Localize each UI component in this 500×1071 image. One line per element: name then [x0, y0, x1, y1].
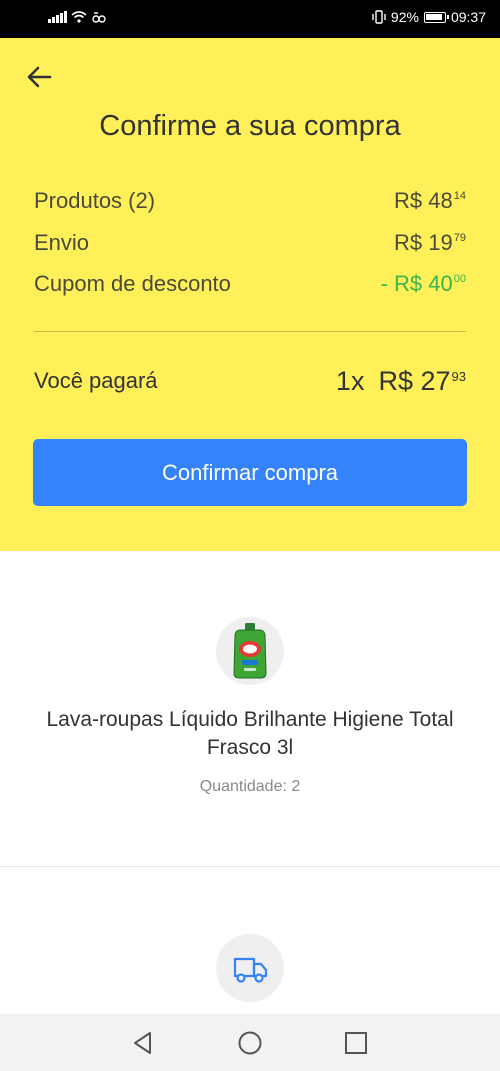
- shipping-cents: 79: [453, 232, 466, 244]
- triangle-back-icon: [134, 1032, 151, 1054]
- truck-icon: [233, 957, 268, 983]
- total-cents: 93: [451, 368, 466, 384]
- square-recents-icon: [345, 1032, 367, 1054]
- nav-recents-button[interactable]: [341, 1028, 371, 1058]
- products-cents: 14: [453, 190, 466, 202]
- shipping-label: Envio: [34, 230, 90, 255]
- clock: 09:37: [450, 9, 486, 25]
- shipping-whole: 19: [428, 230, 453, 255]
- shipping-currency: R$: [394, 230, 423, 255]
- confirm-purchase-button[interactable]: Confirmar compra: [33, 439, 467, 506]
- shipping-price: R$ 19 79: [394, 230, 466, 256]
- circle-home-icon: [238, 1031, 262, 1055]
- battery-percent: 92%: [390, 9, 419, 25]
- total-price: 1x R$ 27 93: [336, 366, 466, 397]
- detergent-bottle-icon: [233, 623, 267, 679]
- back-button[interactable]: [22, 62, 56, 92]
- shipping-icon-circle: [216, 934, 284, 1002]
- coupon-whole: 40: [428, 271, 453, 296]
- total-currency: R$: [378, 365, 413, 396]
- coupon-cents: 00: [453, 273, 466, 285]
- products-price: R$ 48 14: [394, 188, 466, 214]
- arrow-left-icon: [27, 66, 52, 88]
- summary-row-shipping: Envio R$ 19 79: [34, 228, 466, 258]
- coupon-price: - R$ 40 00: [381, 271, 466, 297]
- nav-home-button[interactable]: [235, 1028, 265, 1058]
- status-bar: 92% 09:37: [0, 0, 500, 38]
- status-icons-left: [48, 10, 107, 23]
- summary-divider: [34, 331, 466, 332]
- products-currency: R$: [394, 188, 423, 213]
- wifi-icon: [70, 11, 87, 23]
- signal-icon: [48, 11, 67, 23]
- product-name: Lava-roupas Líquido Brilhante Higiene To…: [46, 708, 454, 759]
- section-divider: [0, 866, 500, 867]
- products-whole: 48: [428, 188, 453, 213]
- summary-row-coupon: Cupom de desconto - R$ 40 00: [34, 269, 466, 299]
- vibrate-icon: [372, 10, 386, 24]
- status-icons-right: 92% 09:37: [372, 9, 486, 25]
- total-label: Você pagará: [34, 368, 158, 393]
- order-summary-header: Confirme a sua compra Produtos (2) R$ 48…: [0, 38, 500, 551]
- system-nav-bar: [0, 1014, 500, 1071]
- product-image: [216, 617, 284, 685]
- total-installments: 1x: [335, 365, 365, 396]
- coupon-currency: - R$: [380, 271, 423, 296]
- total-row: Você pagará 1x R$ 27 93: [34, 363, 466, 399]
- summary-row-products: Produtos (2) R$ 48 14: [34, 186, 466, 216]
- page-title: Confirme a sua compra: [99, 110, 401, 142]
- products-label: Produtos (2): [34, 188, 156, 213]
- product-quantity: Quantidade: 2: [199, 778, 301, 795]
- total-whole: 27: [420, 365, 451, 396]
- battery-icon: [423, 11, 449, 23]
- data-transfer-icon: [91, 12, 106, 23]
- coupon-label: Cupom de desconto: [34, 271, 231, 296]
- nav-back-button[interactable]: [128, 1028, 158, 1058]
